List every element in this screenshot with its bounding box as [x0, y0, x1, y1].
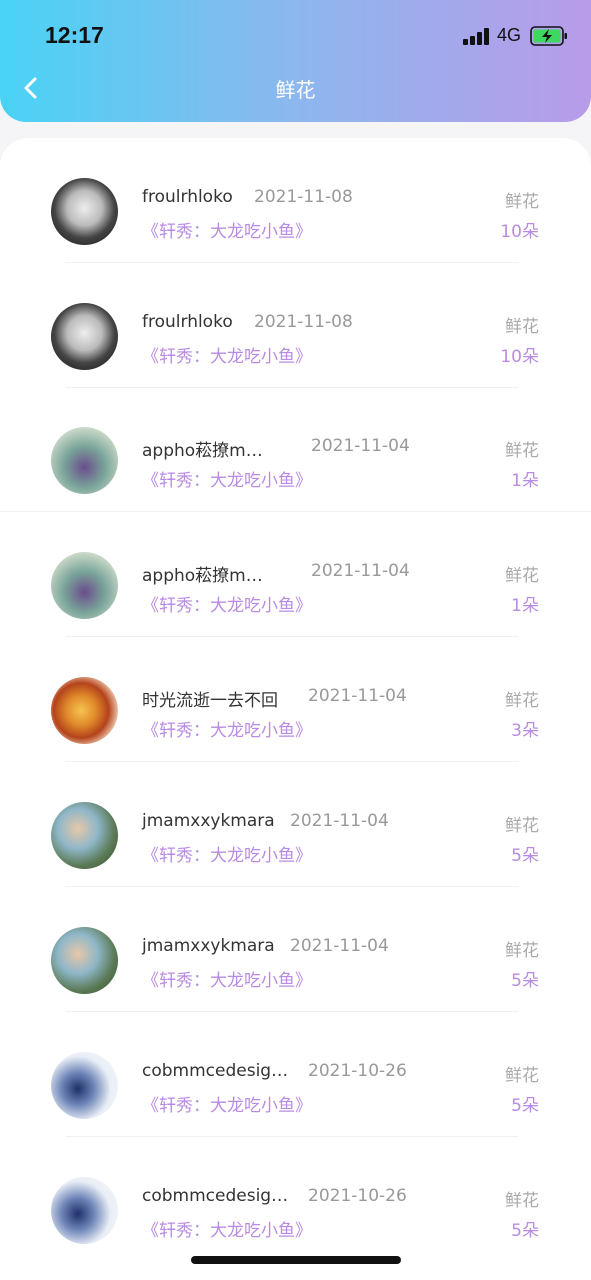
gift-count: 5朵 — [511, 971, 539, 991]
gift-type: 鲜花 — [505, 192, 539, 212]
gift-date: 2021-11-04 — [290, 811, 389, 831]
avatar[interactable] — [51, 927, 118, 994]
avatar[interactable] — [51, 427, 118, 494]
list-item[interactable]: appho菘撩m… 2021-11-04 《轩秀：大龙吃小鱼》 鲜花 1朵 — [0, 512, 591, 637]
room-topic: 《轩秀：大龙吃小鱼》 — [142, 1096, 312, 1116]
gift-date: 2021-10-26 — [308, 1186, 407, 1206]
gift-type: 鲜花 — [505, 566, 539, 586]
sender-name: cobmmcedesig… — [142, 1186, 289, 1206]
network-type: 4G — [497, 25, 522, 45]
sender-name: froulrhloko — [142, 312, 233, 332]
sender-name: appho菘撩m… — [142, 566, 263, 586]
list-item[interactable]: froulrhloko 2021-11-08 《轩秀：大龙吃小鱼》 鲜花 10朵 — [0, 263, 591, 388]
list-item[interactable]: jmamxxykmara 2021-11-04 《轩秀：大龙吃小鱼》 鲜花 5朵 — [0, 887, 591, 1012]
list-item[interactable]: cobmmcedesig… 2021-10-26 《轩秀：大龙吃小鱼》 鲜花 5… — [0, 1012, 591, 1137]
gift-type: 鲜花 — [505, 941, 539, 961]
gift-date: 2021-11-08 — [254, 187, 353, 207]
gift-count: 5朵 — [511, 1096, 539, 1116]
room-topic: 《轩秀：大龙吃小鱼》 — [142, 347, 312, 367]
gift-count: 10朵 — [500, 347, 539, 367]
room-topic: 《轩秀：大龙吃小鱼》 — [142, 846, 312, 866]
gift-date: 2021-10-26 — [308, 1061, 407, 1081]
room-topic: 《轩秀：大龙吃小鱼》 — [142, 471, 312, 491]
header-bar: 12:17 4G 鲜花 — [0, 0, 591, 122]
sender-name: froulrhloko — [142, 187, 233, 207]
room-topic: 《轩秀：大龙吃小鱼》 — [142, 1221, 312, 1241]
avatar[interactable] — [51, 178, 118, 245]
gift-date: 2021-11-04 — [311, 561, 410, 581]
gift-date: 2021-11-04 — [308, 686, 407, 706]
avatar[interactable] — [51, 552, 118, 619]
status-bar: 12:17 4G — [0, 0, 591, 70]
gift-count: 5朵 — [511, 846, 539, 866]
list-item[interactable]: jmamxxykmara 2021-11-04 《轩秀：大龙吃小鱼》 鲜花 5朵 — [0, 762, 591, 887]
avatar[interactable] — [51, 1177, 118, 1244]
room-topic: 《轩秀：大龙吃小鱼》 — [142, 596, 312, 616]
avatar[interactable] — [51, 1052, 118, 1119]
room-topic: 《轩秀：大龙吃小鱼》 — [142, 222, 312, 242]
sender-name: 时光流逝一去不回 — [142, 691, 278, 711]
gift-count: 1朵 — [511, 471, 539, 491]
gift-type: 鲜花 — [505, 1066, 539, 1086]
gift-date: 2021-11-04 — [311, 436, 410, 456]
list-item[interactable]: froulrhloko 2021-11-08 《轩秀：大龙吃小鱼》 鲜花 10朵 — [0, 138, 591, 263]
list-item[interactable]: 时光流逝一去不回 2021-11-04 《轩秀：大龙吃小鱼》 鲜花 3朵 — [0, 637, 591, 762]
battery-icon — [530, 26, 567, 46]
gift-count: 1朵 — [511, 596, 539, 616]
sender-name: cobmmcedesig… — [142, 1061, 289, 1081]
gift-count: 3朵 — [511, 721, 539, 741]
gift-count: 5朵 — [511, 1221, 539, 1241]
room-topic: 《轩秀：大龙吃小鱼》 — [142, 971, 312, 991]
list-item[interactable]: cobmmcedesig… 2021-10-26 《轩秀：大龙吃小鱼》 鲜花 5… — [0, 1137, 591, 1262]
home-indicator[interactable] — [191, 1256, 401, 1264]
gift-type: 鲜花 — [505, 317, 539, 337]
avatar[interactable] — [51, 303, 118, 370]
gift-date: 2021-11-04 — [290, 936, 389, 956]
signal-icon — [463, 27, 491, 45]
avatar[interactable] — [51, 677, 118, 744]
list-item[interactable]: appho菘撩m… 2021-11-04 《轩秀：大龙吃小鱼》 鲜花 1朵 — [0, 387, 591, 512]
sender-name: jmamxxykmara — [142, 936, 275, 956]
room-topic: 《轩秀：大龙吃小鱼》 — [142, 721, 312, 741]
gift-count: 10朵 — [500, 222, 539, 242]
gift-type: 鲜花 — [505, 816, 539, 836]
sender-name: jmamxxykmara — [142, 811, 275, 831]
status-time: 12:17 — [45, 22, 104, 48]
gift-type: 鲜花 — [505, 691, 539, 711]
avatar[interactable] — [51, 802, 118, 869]
gift-type: 鲜花 — [505, 1191, 539, 1211]
sender-name: appho菘撩m… — [142, 441, 263, 461]
gift-date: 2021-11-08 — [254, 312, 353, 332]
gift-type: 鲜花 — [505, 441, 539, 461]
page-title: 鲜花 — [275, 78, 316, 102]
